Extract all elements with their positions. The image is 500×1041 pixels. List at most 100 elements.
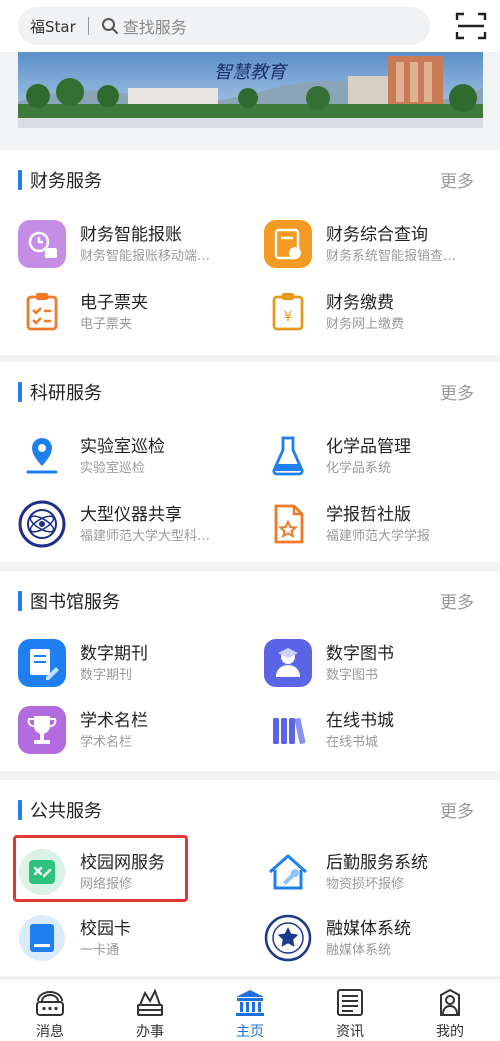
tab-messages[interactable]: 消息 (0, 979, 100, 1041)
search-icon (101, 18, 118, 34)
section-library: 图书馆服务 更多 数字期刊 数字期刊 数字图书 数字图书 学术名栏 学术名栏 在… (0, 571, 500, 771)
section-title: 财务服务 (30, 171, 102, 192)
ticket-folder-icon (26, 293, 58, 331)
media-center-icon (264, 914, 312, 962)
service-item[interactable]: 学报哲社版 福建师范大学学报 (264, 496, 499, 558)
more-link[interactable]: 更多 (440, 167, 474, 192)
service-item[interactable]: 数字图书 数字图书 (264, 635, 499, 697)
tab-label: 消息 (36, 1024, 64, 1040)
service-item[interactable]: 大型仪器共享 福建师范大学大型科… (18, 496, 253, 558)
section-finance: 财务服务 更多 财务智能报账 财务智能报账移动端… 财务综合查询 财务系统智能报… (0, 150, 500, 355)
service-name: 后勤服务系统 (326, 853, 428, 873)
service-name: 实验室巡检 (80, 437, 165, 457)
service-item[interactable]: 实验室巡检 实验室巡检 (18, 428, 253, 490)
service-item[interactable]: 财务综合查询 财务系统智能报销查… (264, 216, 499, 278)
section-header: 图书馆服务 更多 (0, 571, 500, 629)
service-description: 数字图书 (326, 668, 379, 683)
section-header: 财务服务 更多 (0, 150, 500, 208)
affairs-icon (137, 988, 163, 1016)
bottom-tab-bar: 消息 办事 主页 资讯 我的 (0, 978, 500, 1041)
service-item[interactable]: 学术名栏 学术名栏 (18, 702, 253, 764)
section-title: 科研服务 (30, 383, 102, 404)
service-name: 学术名栏 (80, 711, 148, 731)
service-description: 在线书城 (326, 735, 379, 750)
svg-text:¥: ¥ (284, 309, 293, 325)
profile-icon (440, 988, 460, 1016)
tab-profile[interactable]: 我的 (400, 979, 500, 1041)
search-placeholder: 查找服务 (122, 18, 187, 37)
service-item[interactable]: 校园卡 一卡通 (18, 910, 253, 972)
house-repair-icon (269, 854, 307, 890)
service-name: 校园卡 (80, 919, 131, 939)
digital-book-icon (264, 639, 312, 687)
search-bar[interactable]: 福Star 查找服务 (18, 7, 430, 45)
service-description: 数字期刊 (80, 668, 133, 683)
service-description: 实验室巡检 (80, 461, 146, 476)
section-research: 科研服务 更多 实验室巡检 实验室巡检 化学品管理 化学品系统 大型仪器共享 福… (0, 362, 500, 562)
university-seal-icon (18, 500, 66, 548)
service-item[interactable]: ¥ 财务缴费 财务网上缴费 (264, 284, 499, 346)
service-item[interactable]: 在线书城 在线书城 (264, 702, 499, 764)
message-icon (36, 991, 64, 1016)
more-link[interactable]: 更多 (440, 588, 474, 613)
digital-journal-icon (18, 639, 66, 687)
service-description: 电子票夹 (80, 317, 133, 332)
flask-icon (272, 436, 304, 476)
service-item[interactable]: 数字期刊 数字期刊 (18, 635, 253, 697)
journal-icon (274, 504, 304, 544)
service-name: 财务综合查询 (326, 225, 428, 245)
tab-news[interactable]: 资讯 (300, 979, 400, 1041)
tab-label: 主页 (236, 1024, 264, 1040)
tab-label: 资讯 (336, 1024, 364, 1040)
news-icon (337, 989, 363, 1016)
section-accent-bar (18, 591, 22, 611)
section-accent-bar (18, 170, 22, 190)
service-description: 融媒体系统 (326, 943, 392, 958)
payment-icon: ¥ (272, 293, 304, 331)
tab-label: 办事 (136, 1024, 164, 1040)
tab-affairs[interactable]: 办事 (100, 979, 200, 1041)
service-name: 化学品管理 (326, 437, 411, 457)
location-pin-icon (26, 438, 58, 474)
highlight-box (13, 835, 188, 902)
service-description: 学术名栏 (80, 735, 133, 750)
section-title: 图书馆服务 (30, 592, 120, 613)
banner-image: 智慧教育 (18, 52, 483, 128)
service-description: 福建师范大学大型科… (80, 529, 211, 544)
service-description: 一卡通 (80, 943, 120, 958)
service-name: 财务缴费 (326, 293, 394, 313)
service-name: 学报哲社版 (326, 505, 411, 525)
trophy-icon (18, 706, 66, 754)
service-item[interactable]: 电子票夹 电子票夹 (18, 284, 253, 346)
section-title: 公共服务 (30, 801, 102, 822)
service-item[interactable]: 后勤服务系统 物资损坏报修 (264, 844, 499, 906)
divider (87, 17, 89, 35)
service-name: 财务智能报账 (80, 225, 182, 245)
service-item[interactable]: 融媒体系统 融媒体系统 (264, 910, 499, 972)
home-building-icon (236, 990, 264, 1016)
finance-report-icon (18, 220, 66, 268)
top-bar: 福Star 查找服务 (0, 0, 500, 52)
section-accent-bar (18, 382, 22, 402)
service-description: 财务系统智能报销查… (326, 249, 457, 264)
service-item[interactable]: 财务智能报账 财务智能报账移动端… (18, 216, 253, 278)
more-link[interactable]: 更多 (440, 379, 474, 404)
service-name: 数字图书 (326, 644, 394, 664)
bookshelf-icon (273, 717, 306, 745)
campus-banner[interactable]: 智慧教育 (18, 52, 483, 128)
service-description: 财务网上缴费 (326, 317, 405, 332)
service-description: 财务智能报账移动端… (80, 249, 211, 264)
banner-caption: 智慧教育 (214, 62, 289, 83)
more-link[interactable]: 更多 (440, 797, 474, 822)
service-name: 数字期刊 (80, 644, 148, 664)
app-brand: 福Star (30, 17, 76, 36)
service-name: 融媒体系统 (326, 919, 411, 939)
service-description: 物资损坏报修 (326, 877, 405, 892)
service-name: 在线书城 (326, 711, 394, 731)
tab-home[interactable]: 主页 (200, 979, 300, 1041)
service-description: 福建师范大学学报 (326, 529, 431, 544)
service-item[interactable]: 化学品管理 化学品系统 (264, 428, 499, 490)
scan-icon[interactable] (455, 11, 487, 41)
section-accent-bar (18, 800, 22, 820)
tab-label: 我的 (436, 1024, 464, 1040)
